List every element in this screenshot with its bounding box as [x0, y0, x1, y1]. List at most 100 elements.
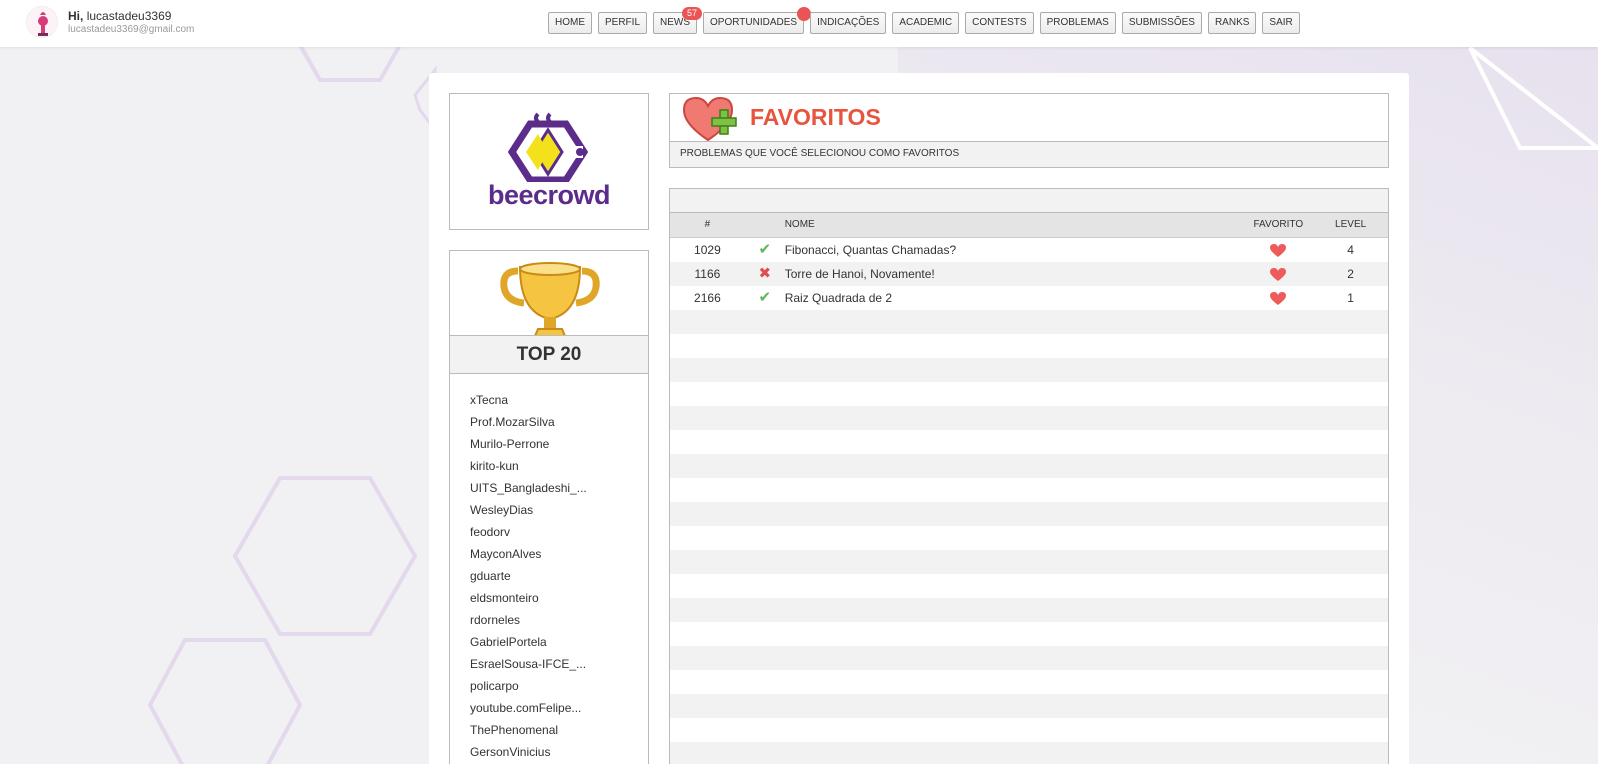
top-user[interactable]: UITS_Bangladeshi_...	[470, 477, 587, 499]
nav-contests-button[interactable]: CONTESTS	[965, 12, 1034, 34]
empty-table-row	[670, 622, 1388, 646]
nav-home-label: HOME	[555, 17, 585, 28]
problem-id: 2166	[694, 291, 721, 305]
top-user[interactable]: EsraelSousa-IFCE_...	[470, 653, 587, 675]
nav-oportunidades-button[interactable]: OPORTUNIDADES	[703, 7, 812, 34]
problem-level: 4	[1347, 243, 1354, 257]
column-header-level: LEVEL	[1335, 219, 1367, 230]
problem-name-link[interactable]: Fibonacci, Quantas Chamadas?	[785, 238, 1244, 262]
avatar[interactable]	[26, 6, 58, 38]
nav-indicacoes-button[interactable]: INDICAÇÕES	[810, 12, 887, 34]
nav-academic-label: ACADEMIC	[899, 17, 953, 28]
empty-table-row	[670, 454, 1388, 478]
trophy-area	[450, 251, 648, 335]
empty-table-row	[670, 646, 1388, 670]
username: lucastadeu3369	[86, 9, 172, 23]
notification-dot	[797, 7, 812, 21]
empty-table-row	[670, 574, 1388, 598]
empty-table-row	[670, 694, 1388, 718]
nav-perfil-button[interactable]: PERFIL	[598, 12, 648, 34]
nav-home-button[interactable]: HOME	[548, 12, 592, 34]
nav-perfil-label: PERFIL	[605, 17, 641, 28]
top20-title: TOP 20	[450, 335, 648, 374]
user-email: lucastadeu3369@gmail.com	[68, 24, 195, 35]
table-row: 1029 ✔ Fibonacci, Quantas Chamadas? 4	[670, 238, 1388, 262]
empty-table-row	[670, 526, 1388, 550]
empty-table-row	[670, 598, 1388, 622]
nav-ranks-label: RANKS	[1214, 17, 1250, 28]
nav-indicacoes-label: INDICAÇÕES	[817, 17, 880, 28]
problem-id: 1029	[694, 243, 721, 257]
nav-problemas-label: PROBLEMAS	[1046, 17, 1109, 28]
top-user[interactable]: GabrielPortela	[470, 631, 587, 653]
main-nav: HOME PERFIL NEWS 57 OPORTUNIDADES INDICAÇ…	[548, 7, 1300, 34]
nav-oportunidades-label: OPORTUNIDADES	[710, 17, 798, 28]
top-user[interactable]: feodorv	[470, 521, 587, 543]
top-user[interactable]: GersonVinicius	[470, 741, 587, 763]
table-row: 2166 ✔ Raiz Quadrada de 2 1	[670, 286, 1388, 310]
empty-table-row	[670, 718, 1388, 742]
beecrowd-logo-icon	[508, 112, 588, 182]
nav-news-button[interactable]: NEWS 57	[653, 7, 703, 34]
trophy-icon	[500, 262, 600, 335]
news-count-badge: 57	[682, 7, 703, 20]
greeting-prefix: Hi,	[68, 9, 84, 23]
heart-icon[interactable]	[1270, 243, 1287, 258]
nav-ranks-button[interactable]: RANKS	[1207, 12, 1257, 34]
top-user[interactable]: Murilo-Perrone	[470, 433, 587, 455]
top-user[interactable]: MayconAlves	[470, 543, 587, 565]
greeting: Hi, lucastadeu3369	[68, 9, 171, 23]
empty-rows	[670, 310, 1388, 764]
problem-name-link[interactable]: Torre de Hanoi, Novamente!	[785, 262, 1244, 286]
column-header-status	[745, 213, 785, 237]
heart-plus-icon	[682, 96, 737, 142]
nav-problemas-button[interactable]: PROBLEMAS	[1039, 12, 1116, 34]
favorites-title: FAVORITOS	[750, 104, 881, 130]
main-container: beecrowd TOP 20 xTecna Prof.MozarSilva M…	[429, 73, 1409, 764]
check-icon: ✔	[758, 241, 772, 258]
top20-list: xTecna Prof.MozarSilva Murilo-Perrone ki…	[470, 389, 587, 763]
top-user[interactable]: youtube.comFelipe...	[470, 697, 587, 719]
empty-table-row	[670, 502, 1388, 526]
heart-icon[interactable]	[1270, 267, 1287, 282]
empty-table-row	[670, 430, 1388, 454]
nav-submissoes-button[interactable]: SUBMISSÕES	[1121, 12, 1202, 34]
table-row: 1166 ✖ Torre de Hanoi, Novamente! 2	[670, 262, 1388, 286]
top-user[interactable]: ThePhenomenal	[470, 719, 587, 741]
empty-table-row	[670, 358, 1388, 382]
favorites-subtitle: PROBLEMAS QUE VOCÊ SELECIONOU COMO FAVOR…	[670, 141, 1388, 167]
nav-academic-button[interactable]: ACADEMIC	[892, 12, 960, 34]
check-icon: ✔	[758, 289, 772, 306]
table-header: # NOME FAVORITO LEVEL	[670, 213, 1388, 238]
cross-icon: ✖	[758, 265, 772, 282]
top-user[interactable]: kirito-kun	[470, 455, 587, 477]
top-user[interactable]: policarpo	[470, 675, 587, 697]
top-user[interactable]: rdorneles	[470, 609, 587, 631]
favorites-header-panel: FAVORITOS PROBLEMAS QUE VOCÊ SELECIONOU …	[669, 93, 1389, 168]
problem-id: 1166	[694, 267, 721, 281]
top-user[interactable]: eldsmonteiro	[470, 587, 587, 609]
empty-table-row	[670, 310, 1388, 334]
empty-table-row	[670, 406, 1388, 430]
problem-level: 1	[1347, 291, 1354, 305]
top-user[interactable]: Prof.MozarSilva	[470, 411, 587, 433]
favorites-table: # NOME FAVORITO LEVEL 1029 ✔ Fibonacci, …	[669, 188, 1389, 764]
heart-icon[interactable]	[1270, 291, 1287, 306]
empty-table-row	[670, 478, 1388, 502]
nav-sair-label: SAIR	[1269, 17, 1293, 28]
column-header-favorite: FAVORITO	[1253, 219, 1304, 230]
top-user[interactable]: WesleyDias	[470, 499, 587, 521]
empty-table-row	[670, 382, 1388, 406]
nav-submissoes-label: SUBMISSÕES	[1128, 17, 1195, 28]
nav-sair-button[interactable]: SAIR	[1262, 12, 1300, 34]
table-toolbar	[670, 189, 1388, 213]
beecrowd-logo-box[interactable]: beecrowd	[449, 93, 649, 230]
nav-contests-label: CONTESTS	[972, 17, 1027, 28]
top-user[interactable]: gduarte	[470, 565, 587, 587]
problem-level: 2	[1347, 267, 1354, 281]
top20-panel: TOP 20 xTecna Prof.MozarSilva Murilo-Per…	[449, 250, 649, 764]
top-user[interactable]: xTecna	[470, 389, 587, 411]
column-header-num: #	[704, 219, 711, 230]
problem-name-link[interactable]: Raiz Quadrada de 2	[785, 286, 1244, 310]
logo-text: beecrowd	[487, 180, 611, 210]
